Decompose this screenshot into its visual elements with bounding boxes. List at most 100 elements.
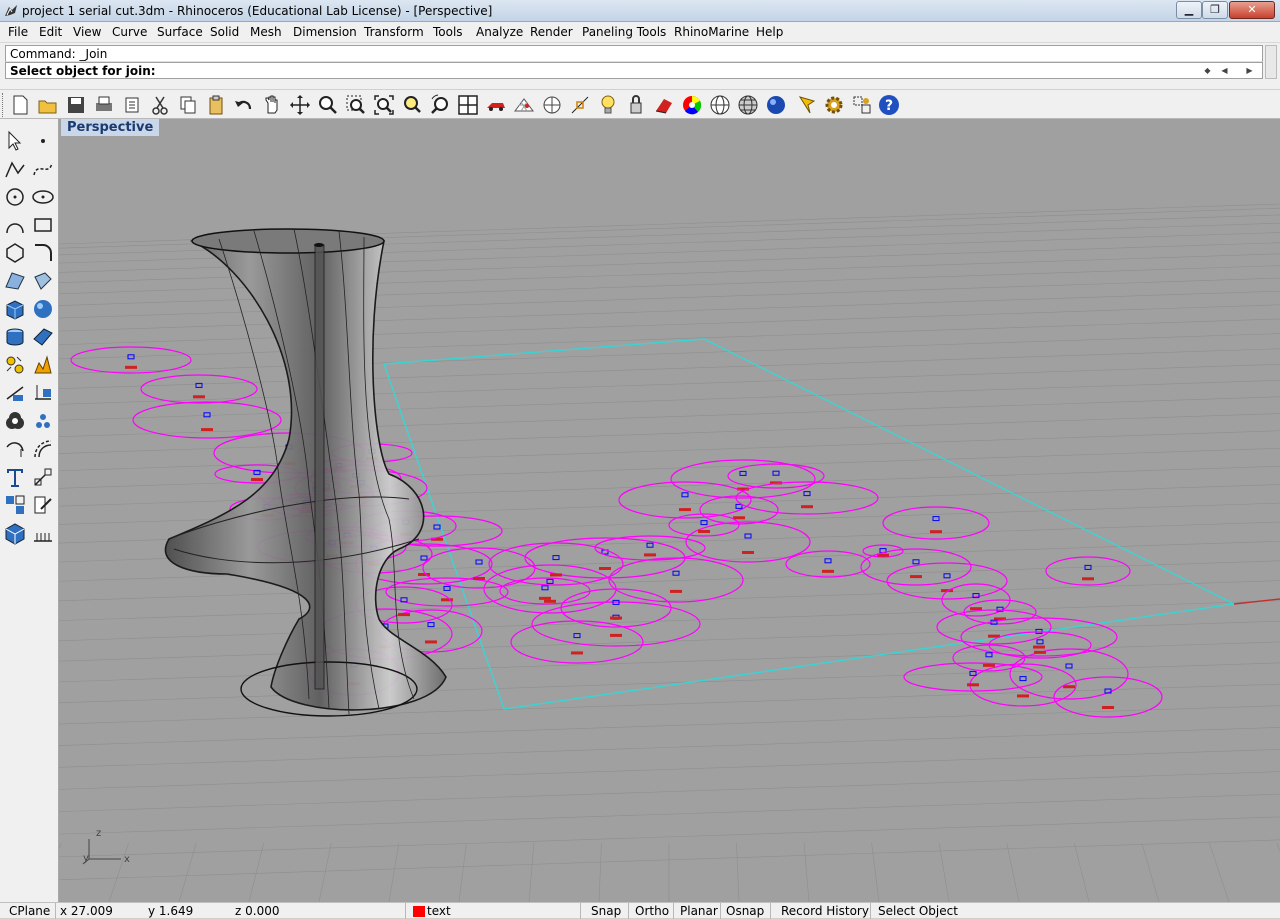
color-wheel-icon[interactable] xyxy=(680,93,704,117)
cut-props-icon[interactable] xyxy=(120,93,144,117)
four-viewports-icon[interactable] xyxy=(456,93,480,117)
print-icon[interactable] xyxy=(92,93,116,117)
menu-solid[interactable]: Solid xyxy=(210,25,239,39)
material-icon[interactable] xyxy=(796,93,820,117)
group-icon[interactable] xyxy=(3,493,27,517)
command-prompt-input[interactable]: Select object for join: xyxy=(5,62,1263,79)
rectangle-icon[interactable] xyxy=(31,213,55,237)
cut-piece-outline[interactable] xyxy=(685,521,811,563)
cut-piece-outline[interactable] xyxy=(1045,556,1131,586)
array-icon[interactable] xyxy=(31,409,55,433)
cut-piece-outline[interactable] xyxy=(785,550,871,578)
curve-icon[interactable] xyxy=(31,157,55,181)
grid-options-icon[interactable] xyxy=(850,93,874,117)
cut-piece-outline[interactable] xyxy=(140,374,258,404)
planar-toggle[interactable]: Planar xyxy=(680,904,718,918)
command-history-scrollbar[interactable] xyxy=(1265,45,1277,79)
pan-icon[interactable] xyxy=(260,93,284,117)
sphere-icon[interactable] xyxy=(31,297,55,321)
cylinder-icon[interactable] xyxy=(3,325,27,349)
wireframe-display-icon[interactable] xyxy=(708,93,732,117)
arrow-right-icon[interactable]: ▶ xyxy=(1243,64,1256,77)
undo-icon[interactable] xyxy=(232,93,256,117)
toolbar-grip[interactable] xyxy=(2,93,5,117)
cut-icon[interactable] xyxy=(148,93,172,117)
dimension-icon[interactable] xyxy=(31,465,55,489)
cut-piece-outline[interactable] xyxy=(882,506,990,540)
menu-mesh[interactable]: Mesh xyxy=(250,25,282,39)
menu-rhinomarine[interactable]: RhinoMarine xyxy=(674,25,749,39)
explode-icon[interactable] xyxy=(31,353,55,377)
box-icon[interactable] xyxy=(3,297,27,321)
copy-icon[interactable] xyxy=(176,93,200,117)
rhino-app-icon[interactable] xyxy=(3,3,19,19)
cplane-status[interactable]: CPlane xyxy=(9,904,50,918)
menu-analyze[interactable]: Analyze xyxy=(476,25,523,39)
text-icon[interactable] xyxy=(3,465,27,489)
snap-toggle[interactable]: Snap xyxy=(591,904,621,918)
rendered-display-icon[interactable] xyxy=(764,93,788,117)
polygon-icon[interactable] xyxy=(3,241,27,265)
menu-render[interactable]: Render xyxy=(530,25,573,39)
viewport-title-tab[interactable]: Perspective xyxy=(61,119,160,136)
cplane-icon[interactable] xyxy=(540,93,564,117)
osnap-toggle[interactable]: Osnap xyxy=(726,904,764,918)
ellipse-icon[interactable] xyxy=(31,185,55,209)
surface-corner-icon[interactable] xyxy=(3,269,27,293)
move-icon[interactable] xyxy=(31,493,55,517)
cut-piece-outline[interactable] xyxy=(618,481,752,519)
menu-file[interactable]: File xyxy=(8,25,28,39)
menu-surface[interactable]: Surface xyxy=(157,25,203,39)
cut-piece-outline[interactable] xyxy=(860,548,972,586)
select-icon[interactable] xyxy=(3,129,27,153)
menu-edit[interactable]: Edit xyxy=(39,25,62,39)
maximize-button[interactable]: ❐ xyxy=(1202,1,1228,19)
vase-model[interactable] xyxy=(164,228,447,717)
mesh-icon[interactable] xyxy=(3,353,27,377)
menu-tools[interactable]: Tools xyxy=(433,25,463,39)
cut-piece-outline[interactable] xyxy=(969,663,1077,707)
menu-view[interactable]: View xyxy=(73,25,101,39)
open-icon[interactable] xyxy=(36,93,60,117)
save-icon[interactable] xyxy=(64,93,88,117)
cut-piece-outline[interactable] xyxy=(531,601,701,647)
point-icon[interactable] xyxy=(31,129,55,153)
grid-snap-icon[interactable] xyxy=(512,93,536,117)
polyline-icon[interactable] xyxy=(3,157,27,181)
perspective-viewport[interactable]: z y x Perspective xyxy=(59,119,1280,902)
fillet-icon[interactable] xyxy=(31,241,55,265)
split-icon[interactable] xyxy=(3,381,27,405)
cut-piece-outline[interactable] xyxy=(886,562,1008,600)
ortho-toggle[interactable]: Ortho xyxy=(635,904,669,918)
surface-patch-icon[interactable] xyxy=(31,325,55,349)
arc-icon[interactable] xyxy=(3,213,27,237)
offset-icon[interactable] xyxy=(31,437,55,461)
paste-icon[interactable] xyxy=(204,93,228,117)
help-icon[interactable]: ? xyxy=(877,93,901,117)
cutting-sheet[interactable] xyxy=(383,338,1280,710)
options-gear-icon[interactable] xyxy=(822,93,846,117)
arrow-left-icon[interactable]: ◀ xyxy=(1218,64,1231,77)
extrude-icon[interactable] xyxy=(31,269,55,293)
light-bulb-icon[interactable] xyxy=(596,93,620,117)
zoom-window-icon[interactable] xyxy=(344,93,368,117)
car-icon[interactable] xyxy=(484,93,508,117)
light-bulb2-icon[interactable] xyxy=(624,93,648,117)
trim-icon[interactable] xyxy=(31,381,55,405)
current-layer[interactable]: text xyxy=(427,904,451,918)
menu-help[interactable]: Help xyxy=(756,25,783,39)
zoom-extents-icon[interactable] xyxy=(372,93,396,117)
hatch-icon[interactable] xyxy=(31,521,55,545)
osnap-icon[interactable] xyxy=(568,93,592,117)
close-button[interactable]: ✕ xyxy=(1229,1,1275,19)
new-icon[interactable] xyxy=(8,93,32,117)
cut-piece-outline[interactable] xyxy=(988,631,1092,659)
cut-piece-outline[interactable] xyxy=(560,588,672,628)
menu-curve[interactable]: Curve xyxy=(112,25,147,39)
lock-icon[interactable] xyxy=(652,93,676,117)
cut-piece-outline[interactable] xyxy=(70,346,192,374)
menu-dimension[interactable]: Dimension xyxy=(293,25,357,39)
boolean-icon[interactable] xyxy=(3,409,27,433)
cut-piece-outline[interactable] xyxy=(132,401,282,439)
rotate-icon[interactable] xyxy=(3,437,27,461)
